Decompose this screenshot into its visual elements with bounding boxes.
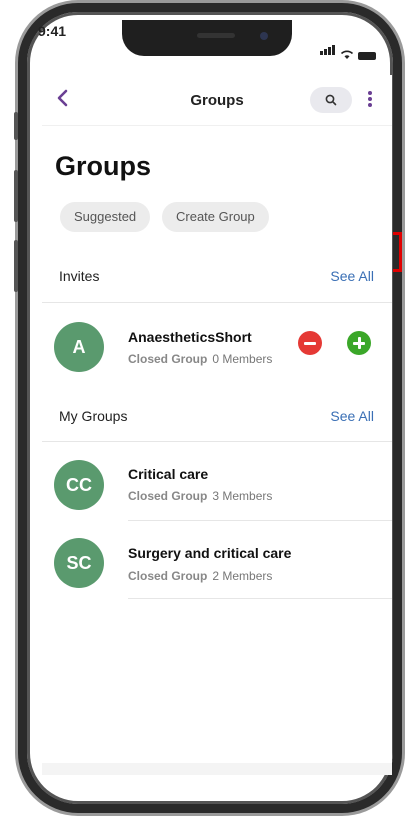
screen: Groups Groups Suggested Create Group Inv… [42,75,392,775]
nav-divider [42,125,392,126]
row-divider [128,520,392,521]
decline-invite-button[interactable] [298,331,322,355]
accept-invite-button[interactable] [347,331,371,355]
status-icons [320,42,376,60]
page-title: Groups [55,151,152,181]
invites-divider [42,302,392,303]
my-groups-header: My Groups See All [42,408,392,428]
more-options-button[interactable] [364,89,376,111]
group-name: Surgery and critical care [128,545,292,561]
wifi-icon [340,50,354,59]
battery-icon [358,52,376,60]
chip-create-group[interactable]: Create Group [162,202,269,232]
chip-suggested[interactable]: Suggested [60,202,151,232]
member-count: 3 Members [212,489,273,503]
phone-volume-down [14,240,18,292]
my-groups-divider [42,441,392,442]
group-type: Closed Group [128,489,208,503]
group-type: Closed Group [128,569,208,583]
status-time: 9:41 [38,23,67,39]
invites-see-all-link[interactable]: See All [330,268,374,284]
more-dot [368,97,372,101]
phone-volume-up [14,170,18,222]
signal-icon [320,42,336,60]
my-groups-see-all-link[interactable]: See All [330,408,374,424]
member-count: 2 Members [212,569,273,583]
group-meta: Closed Group 3 Members [128,489,272,503]
group-name: Critical care [128,466,209,482]
invites-title: Invites [59,268,100,284]
camera-icon [260,32,268,40]
row-divider [128,598,392,599]
my-groups-title: My Groups [59,408,128,424]
home-indicator-area [42,763,392,775]
avatar: CC [54,460,104,510]
speaker-grille [197,33,235,38]
group-type: Closed Group [128,352,208,366]
invites-header: Invites See All [42,268,392,288]
member-count: 0 Members [212,352,273,366]
avatar: SC [54,538,104,588]
phone-mute-switch [14,112,18,140]
avatar: A [54,322,104,372]
group-meta: Closed Group 2 Members [128,569,272,583]
highlight-marker [393,232,402,272]
search-button[interactable] [310,87,352,113]
notch [122,20,292,56]
more-dot [368,103,372,107]
search-icon [325,94,337,106]
more-dot [368,91,372,95]
invite-group-meta: Closed Group 0 Members [128,352,272,366]
invite-group-name: AnaestheticsShort [128,329,252,345]
nav-bar: Groups [42,75,392,125]
